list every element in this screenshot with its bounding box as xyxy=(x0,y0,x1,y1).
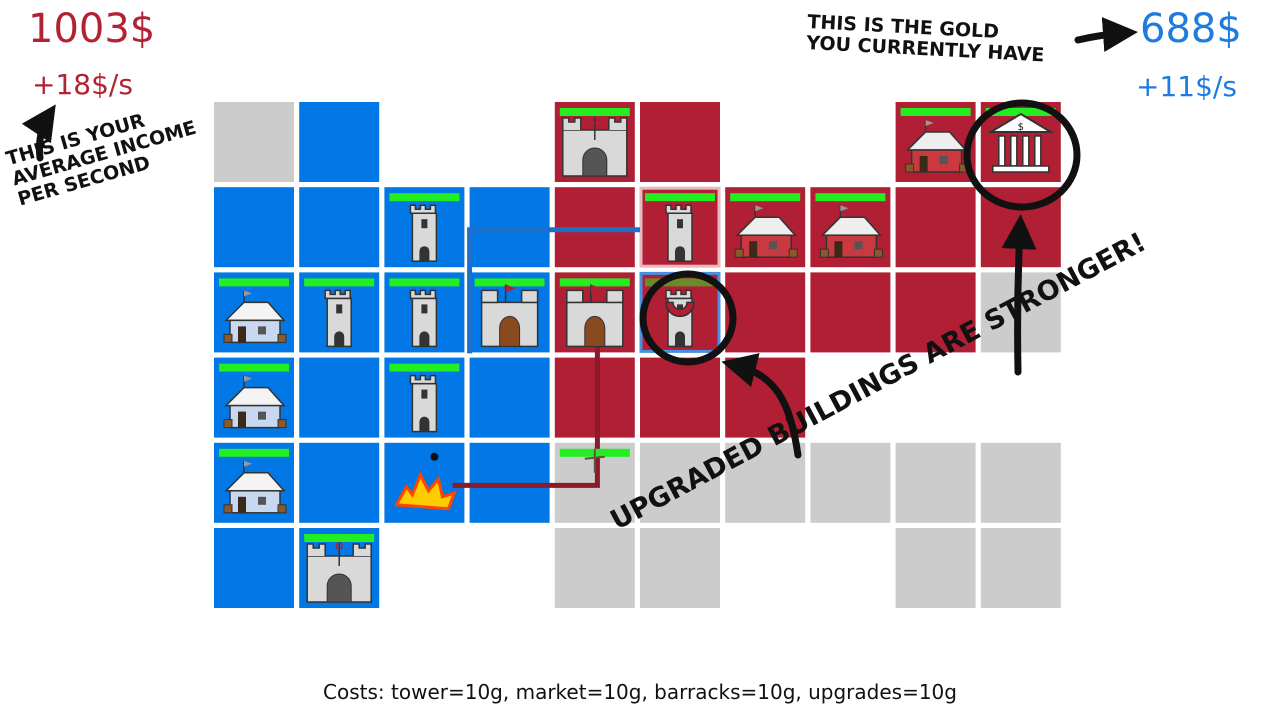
cell-blue[interactable] xyxy=(214,187,294,268)
cell-blue[interactable] xyxy=(214,272,294,353)
cell-red[interactable] xyxy=(895,187,976,268)
cell-red[interactable] xyxy=(554,102,635,182)
cell-neutral[interactable] xyxy=(214,102,294,182)
cell-blue[interactable] xyxy=(384,442,465,523)
cell-blue[interactable] xyxy=(384,272,465,353)
cell-neutral[interactable] xyxy=(980,442,1061,523)
cell-blue[interactable] xyxy=(214,357,294,438)
gold-annotation: THIS IS THE GOLD YOU CURRENTLY HAVE xyxy=(806,11,1046,66)
cell-red[interactable] xyxy=(640,272,720,353)
cell-blue[interactable] xyxy=(214,528,294,608)
cell-red[interactable] xyxy=(980,102,1061,182)
cell-blue[interactable] xyxy=(384,357,465,438)
cell-red[interactable] xyxy=(725,272,806,353)
player-gold-red: 1003$ xyxy=(28,6,156,52)
cell-red[interactable] xyxy=(980,187,1061,268)
cell-blue[interactable] xyxy=(469,357,550,438)
cell-blue[interactable] xyxy=(299,187,380,268)
player-gold-blue: 688$ xyxy=(1140,6,1242,52)
cell-blue[interactable] xyxy=(299,102,380,182)
arrow-to-gold xyxy=(1074,17,1138,52)
income-annotation: THIS IS YOUR AVERAGE INCOME PER SECOND xyxy=(4,97,204,211)
cell-blue[interactable] xyxy=(214,442,294,523)
cell-neutral[interactable] xyxy=(895,442,976,523)
cell-blue[interactable] xyxy=(299,272,380,353)
player-income-blue: +11$/s xyxy=(1136,70,1237,103)
cell-red[interactable] xyxy=(640,357,720,438)
cell-red[interactable] xyxy=(810,187,891,268)
game-board: $ xyxy=(21,17,1138,608)
cell-blue[interactable] xyxy=(469,442,550,523)
cell-neutral[interactable] xyxy=(895,528,976,608)
cell-red[interactable] xyxy=(725,187,806,268)
cell-red[interactable] xyxy=(640,102,720,182)
costs-legend: Costs: tower=10g, market=10g, barracks=1… xyxy=(323,680,957,704)
cell-neutral[interactable] xyxy=(640,528,720,608)
cell-blue[interactable] xyxy=(469,187,550,268)
cell-blue[interactable] xyxy=(299,528,380,608)
cell-neutral[interactable] xyxy=(980,528,1061,608)
cell-blue[interactable] xyxy=(299,442,380,523)
player-income-red: +18$/s xyxy=(32,68,133,101)
cell-red[interactable] xyxy=(554,357,635,438)
cell-blue[interactable] xyxy=(299,357,380,438)
cell-red[interactable] xyxy=(554,272,635,353)
cell-neutral[interactable] xyxy=(554,528,635,608)
cell-red[interactable] xyxy=(895,102,976,182)
cell-red[interactable] xyxy=(554,187,635,268)
cell-red[interactable] xyxy=(810,272,891,353)
cell-red[interactable] xyxy=(640,187,720,268)
cell-blue[interactable] xyxy=(384,187,465,268)
cell-blue[interactable] xyxy=(469,272,550,353)
cell-neutral[interactable] xyxy=(810,442,891,523)
